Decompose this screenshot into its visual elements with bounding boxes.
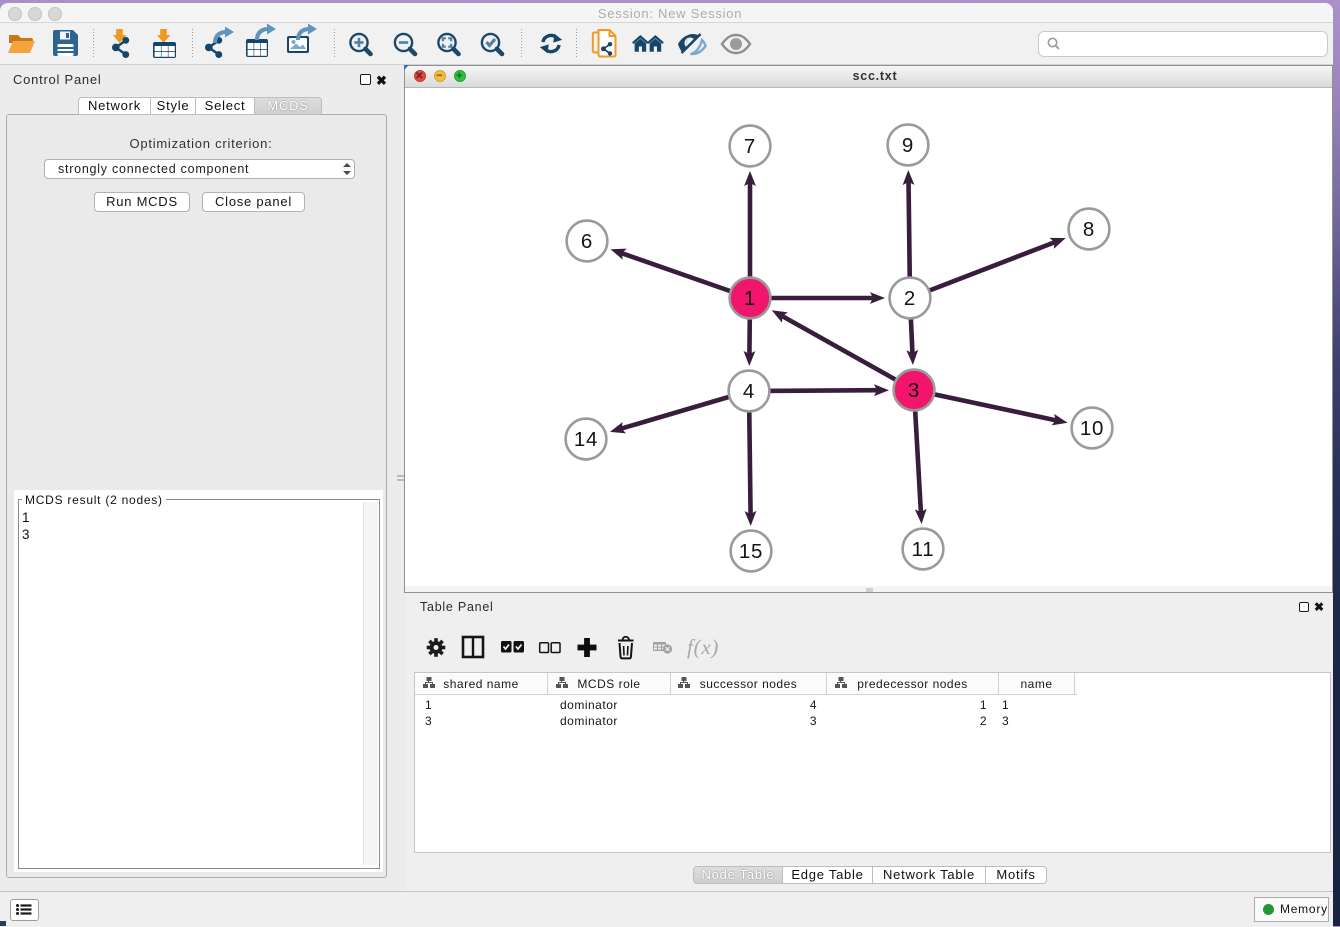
svg-text:10: 10 (1080, 417, 1104, 440)
svg-text:f(x): f(x) (687, 635, 719, 659)
svg-text:8: 8 (1083, 218, 1095, 241)
svg-text:9: 9 (902, 134, 914, 157)
svg-text:11: 11 (912, 538, 935, 561)
svg-text:14: 14 (574, 428, 598, 451)
svg-text:4: 4 (743, 380, 755, 403)
svg-text:2: 2 (904, 287, 916, 310)
svg-text:3: 3 (908, 379, 920, 402)
svg-text:7: 7 (744, 135, 756, 158)
svg-text:15: 15 (739, 540, 763, 563)
svg-text:1: 1 (744, 287, 756, 310)
svg-text:6: 6 (581, 230, 593, 253)
